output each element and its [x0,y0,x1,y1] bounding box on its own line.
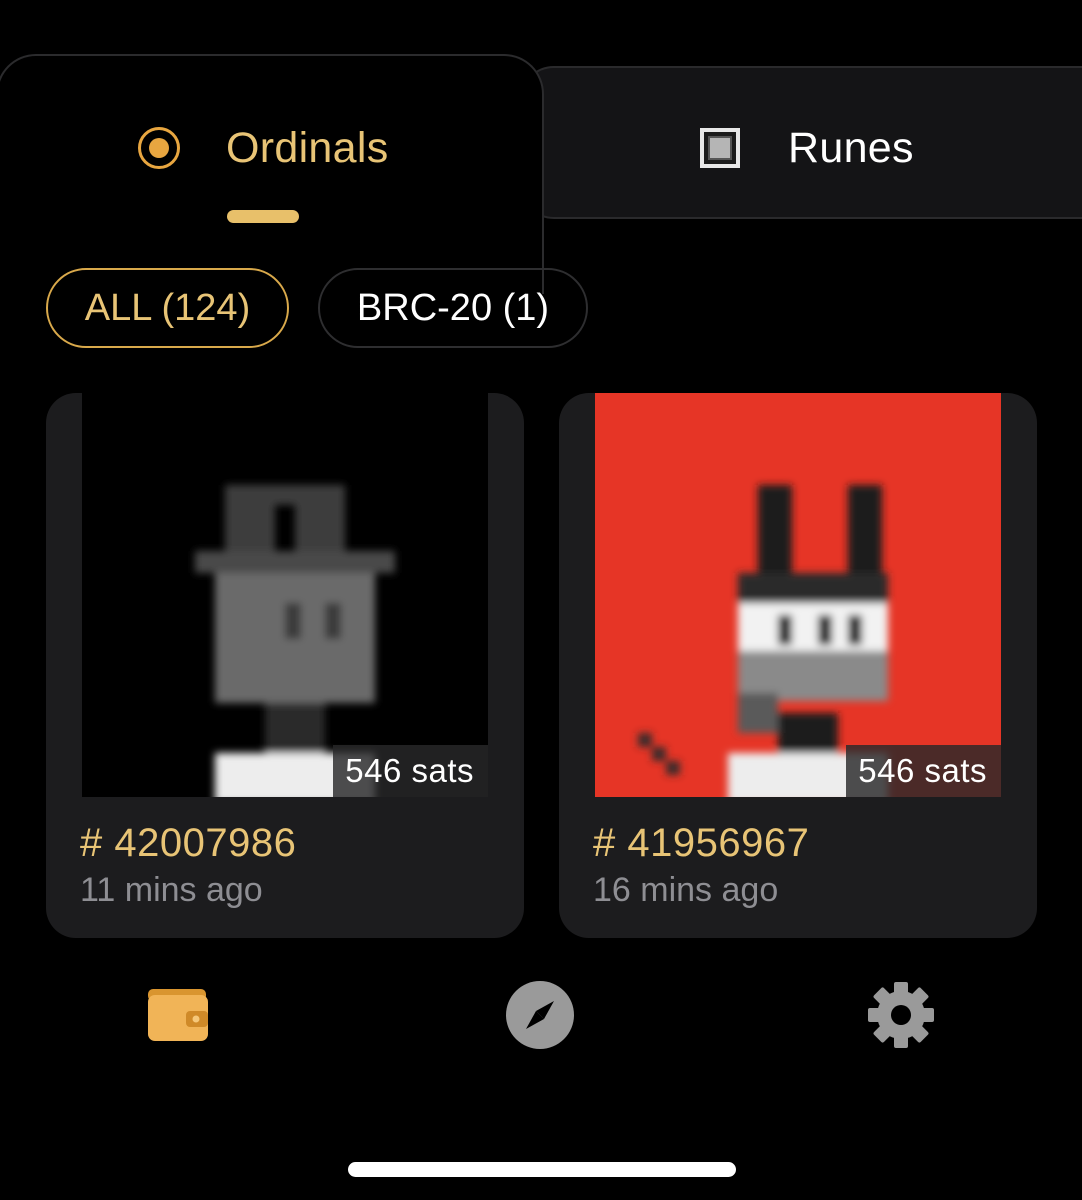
square-checkbox-icon [700,128,740,168]
inscription-card[interactable]: 546 sats # 42007986 11 mins ago [46,393,524,938]
nav-explore[interactable] [500,980,580,1050]
nav-wallet[interactable] [138,980,218,1050]
inscription-time: 16 mins ago [593,871,779,909]
home-indicator[interactable] [348,1162,736,1177]
tab-ordinals-label: Ordinals [226,123,389,172]
filter-brc20-chip[interactable]: BRC-20 (1) [318,268,588,348]
inscription-image: 546 sats [82,393,488,797]
inscription-time: 11 mins ago [80,871,263,909]
inscription-image: 546 sats [595,393,1001,797]
gear-icon [868,982,934,1048]
price-badge: 546 sats [333,745,488,797]
blurred-robot-avatar [195,485,395,797]
radio-selected-icon [138,127,180,169]
inscription-card[interactable]: 546 sats # 41956967 16 mins ago [559,393,1037,938]
tab-ordinals[interactable]: Ordinals [138,118,389,178]
blurred-bunny-avatar [638,485,888,797]
active-tab-indicator [227,210,299,223]
filter-all-chip[interactable]: ALL (124) [46,268,289,348]
inscription-number: # 41956967 [593,821,810,865]
nav-settings[interactable] [861,980,941,1050]
compass-icon [506,981,574,1049]
tab-runes[interactable]: Runes [700,118,914,178]
wallet-icon [148,989,208,1041]
tab-runes-label: Runes [788,123,914,172]
inscription-number: # 42007986 [80,821,297,865]
price-badge: 546 sats [846,745,1001,797]
